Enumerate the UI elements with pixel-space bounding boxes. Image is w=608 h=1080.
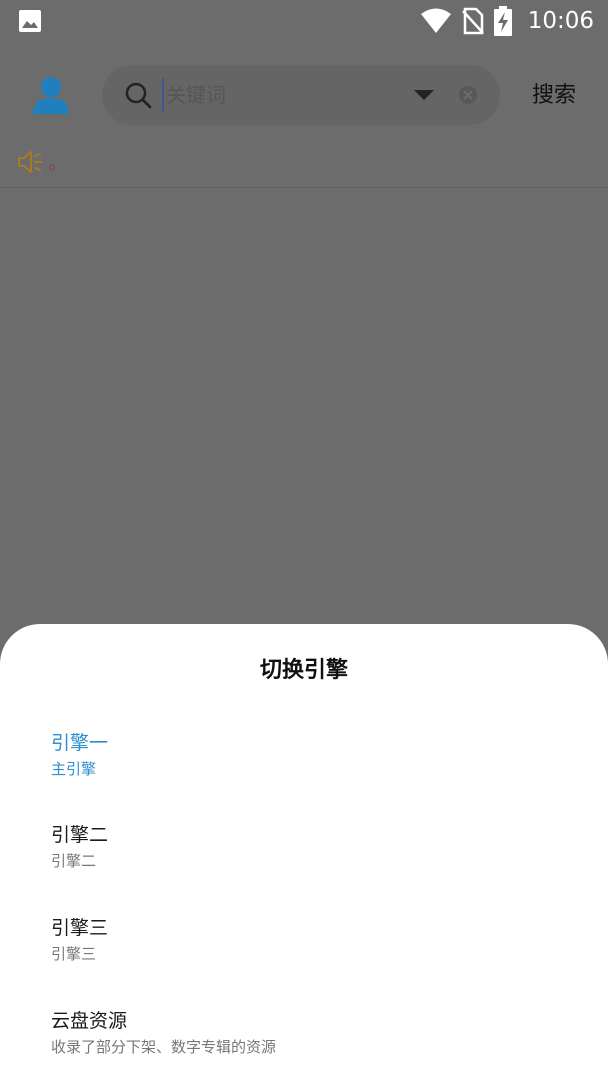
engine-item-3[interactable]: 引擎三 引擎三	[0, 915, 608, 995]
speaker-icon	[18, 151, 42, 173]
engine-desc: 主引擎	[51, 760, 97, 778]
status-icons: 10:06	[420, 5, 594, 37]
engine-name: 引擎二	[51, 824, 109, 846]
engine-item-1[interactable]: 引擎一 主引擎	[0, 730, 608, 810]
chevron-down-icon[interactable]	[412, 87, 436, 103]
status-bar: 10:06	[0, 0, 608, 42]
search-button[interactable]: 搜索	[522, 76, 586, 116]
battery-charging-icon	[493, 6, 512, 36]
clear-icon[interactable]	[458, 85, 478, 105]
engine-desc: 引擎三	[51, 945, 97, 963]
engine-name: 云盘资源	[51, 1010, 128, 1032]
search-box[interactable]	[102, 65, 500, 125]
user-avatar-icon[interactable]	[30, 74, 72, 116]
wifi-icon	[420, 8, 451, 33]
engine-bottom-sheet: 切换引擎 引擎一 主引擎 引擎二 引擎二 引擎三 引擎三 云盘资源 收录了部分下…	[0, 624, 608, 1080]
engine-desc: 引擎二	[51, 852, 97, 870]
engine-name: 引擎三	[51, 917, 109, 939]
sheet-title: 切换引擎	[259, 658, 348, 683]
image-icon	[19, 10, 41, 32]
no-sim-icon	[461, 7, 484, 35]
search-icon	[125, 82, 152, 109]
status-time: 10:06	[527, 8, 594, 34]
engine-name: 引擎一	[51, 732, 109, 754]
search-header: 搜索	[0, 48, 608, 144]
engine-desc: 收录了部分下架、数字专辑的资源	[51, 1038, 277, 1056]
notice-bar: 。	[0, 144, 608, 188]
notice-text: 。	[48, 150, 68, 174]
search-input[interactable]	[162, 78, 392, 112]
engine-item-2[interactable]: 引擎二 引擎二	[0, 822, 608, 902]
engine-item-cloud[interactable]: 云盘资源 收录了部分下架、数字专辑的资源	[0, 1008, 608, 1080]
